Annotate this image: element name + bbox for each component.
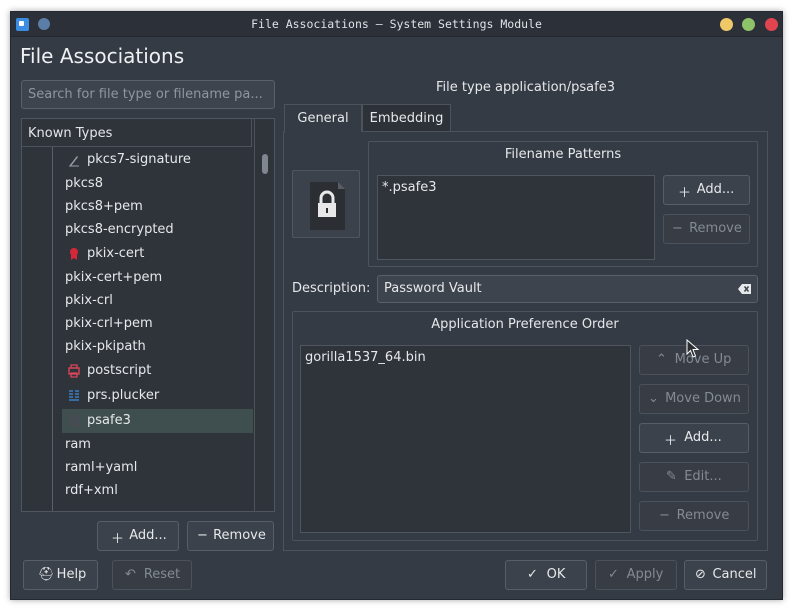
add-type-button[interactable]: ＋ Add... (97, 521, 179, 551)
filename-patterns-group: Filename Patterns *.psafe3 ＋ Add... − Re… (368, 141, 758, 267)
tree-item-label: pkix-cert (87, 246, 145, 261)
tab-general[interactable]: General (284, 104, 362, 132)
move-down-label: Move Down (665, 391, 741, 406)
title-bar[interactable]: File Associations — System Settings Modu… (11, 12, 782, 37)
tab-general-label: General (297, 111, 349, 126)
reset-button[interactable]: ↶ Reset (112, 560, 192, 590)
tree-item[interactable]: postscript (63, 359, 254, 383)
app-preference-title: Application Preference Order (431, 317, 619, 332)
tree-item-label: pkix-crl+pem (65, 316, 153, 331)
help-label: Help (56, 567, 87, 582)
remove-app-label: Remove (676, 508, 730, 523)
mouse-cursor (686, 339, 700, 358)
remove-pattern-button[interactable]: − Remove (663, 214, 750, 244)
add-pattern-button[interactable]: ＋ Add... (663, 175, 750, 205)
ok-label: OK (546, 567, 566, 582)
tree-scrollbar-thumb[interactable] (262, 154, 268, 174)
tree-item-label: postscript (87, 363, 152, 378)
close-button[interactable] (765, 18, 778, 31)
add-pattern-label: Add... (696, 182, 735, 197)
printer-icon (68, 364, 80, 378)
apply-button[interactable]: ✓ Apply (595, 560, 677, 590)
tree-item-label: rdf+xml (65, 483, 118, 498)
cancel-button[interactable]: ⊘ Cancel (684, 560, 767, 590)
tree-header[interactable]: Known Types (22, 119, 252, 147)
tree-item-label: pkcs7-signature (87, 152, 191, 167)
tab-embedding-label: Embedding (369, 111, 444, 126)
tree-item-label: prs.plucker (87, 388, 160, 403)
move-up-label: Move Up (674, 352, 732, 367)
ok-button[interactable]: ✓ OK (505, 560, 587, 590)
settings-window: File Associations — System Settings Modu… (10, 11, 783, 600)
tree-item-label: pkcs8 (65, 176, 103, 191)
pattern-item[interactable]: *.psafe3 (382, 180, 436, 195)
tree-item-label: pkcs8+pem (65, 199, 143, 214)
tree-item[interactable]: pkcs7-signature (63, 148, 254, 172)
tree-item-label: pkix-crl (65, 293, 113, 308)
tree-item-selected[interactable]: psafe3 (62, 409, 253, 433)
lock-file-icon (69, 415, 79, 427)
help-button[interactable]: ⛑ Help (23, 560, 98, 590)
filename-patterns-list[interactable]: *.psafe3 (377, 175, 655, 260)
apply-label: Apply (626, 567, 664, 582)
file-type-title: File type application/psafe3 (436, 80, 615, 95)
remove-app-button[interactable]: − Remove (639, 501, 749, 531)
window-title: File Associations — System Settings Modu… (251, 17, 542, 31)
description-value: Password Vault (384, 281, 482, 296)
tree-item-label: pkix-cert+pem (65, 270, 163, 285)
description-label: Description: (292, 281, 371, 296)
edit-app-button[interactable]: ✎ Edit... (639, 462, 749, 492)
tree-item-label: ram (65, 437, 91, 452)
add-app-label: Add... (684, 430, 722, 445)
app-item[interactable]: gorilla1537_64.bin (305, 350, 426, 365)
cancel-label: Cancel (712, 567, 757, 582)
tree-item-label: psafe3 (87, 413, 131, 428)
description-field[interactable]: Password Vault (377, 275, 758, 303)
tree-guide-line (52, 147, 53, 511)
tree-scrollbar[interactable] (254, 119, 274, 511)
edit-app-label: Edit... (684, 469, 722, 484)
known-types-tree[interactable]: Known Types pkcs7-signature pkcs8 pkcs8+… (21, 118, 275, 512)
move-down-button[interactable]: ⌄ Move Down (639, 384, 749, 414)
minimize-button[interactable] (720, 18, 733, 31)
tab-embedding[interactable]: Embedding (362, 104, 451, 132)
reset-label: Reset (143, 567, 181, 582)
tree-header-label: Known Types (28, 126, 113, 141)
add-app-button[interactable]: ＋ Add... (639, 423, 749, 453)
remove-pattern-label: Remove (689, 221, 742, 236)
remove-type-button[interactable]: − Remove (187, 521, 274, 551)
maximize-button[interactable] (742, 18, 755, 31)
add-type-label: Add... (129, 528, 167, 543)
tree-item[interactable]: pkix-cert (63, 242, 254, 266)
mime-icon-button[interactable] (292, 170, 360, 238)
app-preference-list[interactable]: gorilla1537_64.bin (300, 345, 631, 533)
page-title: File Associations (20, 44, 185, 68)
certificate-icon (70, 248, 78, 260)
filename-patterns-title: Filename Patterns (504, 147, 622, 162)
lock-file-icon (310, 182, 345, 230)
tree-item[interactable]: prs.plucker (63, 384, 254, 408)
search-input[interactable]: Search for file type or filename pa... (21, 80, 275, 109)
tree-item-label: raml+yaml (65, 460, 138, 475)
remove-type-label: Remove (213, 528, 266, 543)
search-placeholder: Search for file type or filename pa... (28, 87, 263, 102)
signature-icon (69, 156, 79, 167)
tree-item-label: pkcs8-encrypted (65, 222, 174, 237)
document-icon (69, 390, 79, 401)
clear-text-icon[interactable] (738, 283, 752, 295)
tree-item-label: pkix-pkipath (65, 339, 146, 354)
